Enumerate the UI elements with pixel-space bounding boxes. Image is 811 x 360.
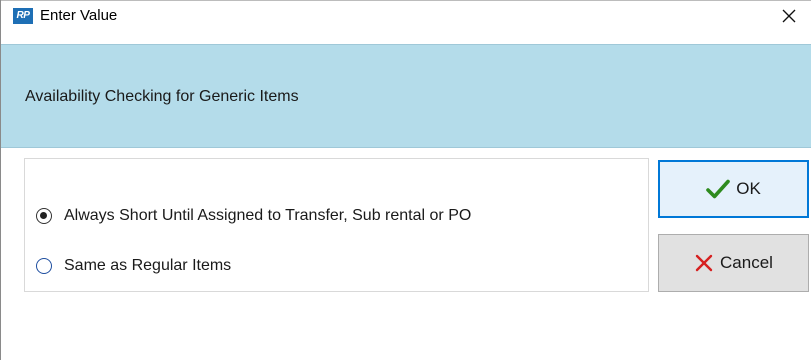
- option-same-as-regular[interactable]: Same as Regular Items: [36, 255, 231, 277]
- ok-button-label: OK: [736, 179, 761, 198]
- close-button[interactable]: [769, 1, 809, 31]
- title-bar: RP Enter Value: [1, 0, 811, 30]
- x-icon: [694, 253, 714, 273]
- radio-button-selected[interactable]: [36, 208, 52, 224]
- window-title: Enter Value: [40, 7, 118, 24]
- cancel-button[interactable]: Cancel: [658, 234, 809, 292]
- cancel-button-label: Cancel: [720, 253, 773, 272]
- option-label: Same as Regular Items: [64, 257, 232, 274]
- rp-app-icon: RP: [13, 8, 33, 24]
- option-always-short[interactable]: Always Short Until Assigned to Transfer,…: [36, 205, 471, 227]
- radio-button-unselected[interactable]: [36, 258, 52, 274]
- header-title: Availability Checking for Generic Items: [25, 88, 299, 105]
- options-group: Always Short Until Assigned to Transfer,…: [24, 158, 649, 292]
- close-icon: [782, 9, 796, 23]
- ok-button[interactable]: OK: [658, 160, 809, 218]
- header-band: Availability Checking for Generic Items: [1, 44, 811, 148]
- enter-value-dialog: RP Enter Value Availability Checking for…: [0, 0, 811, 360]
- checkmark-icon: [706, 179, 731, 199]
- option-label: Always Short Until Assigned to Transfer,…: [64, 207, 472, 224]
